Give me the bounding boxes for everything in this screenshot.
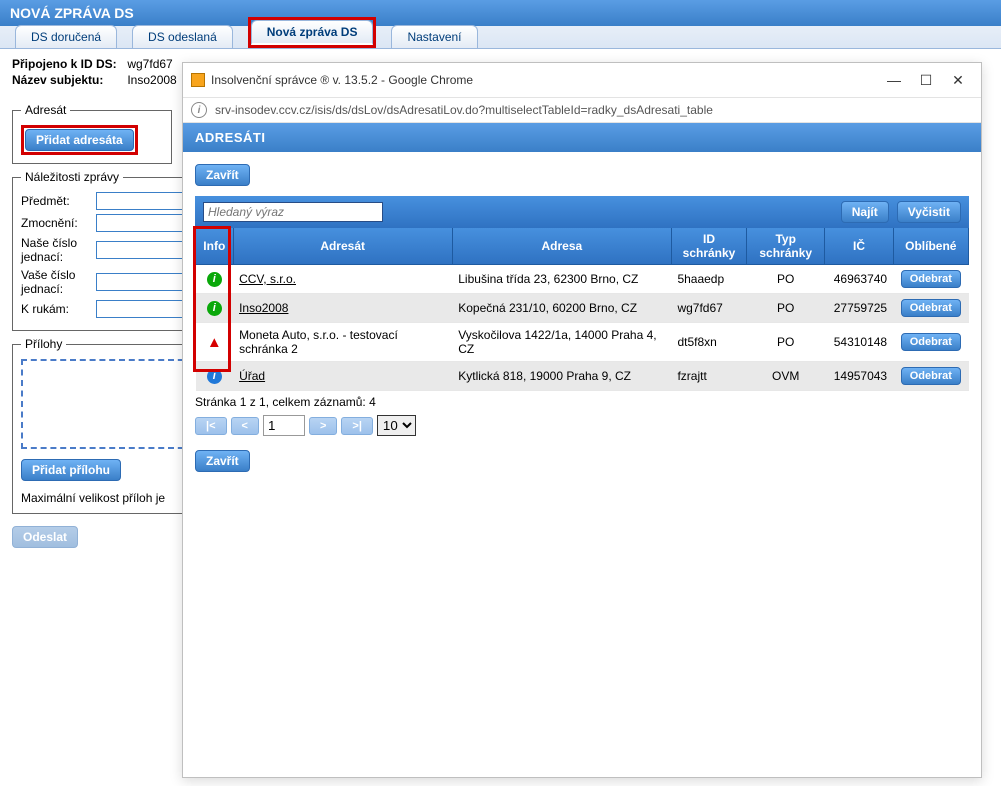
- legend-adresat: Adresát: [21, 103, 70, 117]
- label-nase-cj: Naše číslo jednací:: [21, 236, 96, 264]
- find-button[interactable]: Najít: [841, 201, 889, 223]
- cell-adresa: Vyskočilova 1422/1a, 14000 Praha 4, CZ: [452, 323, 671, 362]
- popup-heading: ADRESÁTI: [183, 123, 981, 152]
- popup-title: Insolvenční správce ® v. 13.5.2 - Google…: [211, 73, 877, 87]
- page-title: NOVÁ ZPRÁVA DS: [0, 0, 1001, 26]
- col-adresa[interactable]: Adresa: [452, 228, 671, 265]
- cell-typ: PO: [747, 323, 825, 362]
- odebrat-button[interactable]: Odebrat: [901, 270, 961, 288]
- info-icon[interactable]: i: [207, 369, 222, 384]
- col-adresat[interactable]: Adresát: [233, 228, 452, 265]
- cell-ic: 54310148: [825, 323, 893, 362]
- send-button[interactable]: Odeslat: [12, 526, 78, 548]
- pager: |< < > >| 10: [195, 415, 969, 436]
- adresat-link[interactable]: CCV, s.r.o.: [239, 272, 296, 286]
- label-predmet: Předmět:: [21, 194, 96, 208]
- cell-id: 5haaedp: [671, 265, 746, 294]
- close-window-button[interactable]: ✕: [943, 69, 973, 91]
- tab-nastaveni[interactable]: Nastavení: [391, 25, 477, 48]
- col-idschranky[interactable]: ID schránky: [671, 228, 746, 265]
- pager-next[interactable]: >: [309, 417, 337, 435]
- search-input[interactable]: [203, 202, 383, 222]
- address-bar: i srv-insodev.ccv.cz/isis/ds/dsLov/dsAdr…: [183, 97, 981, 123]
- cell-adresa: Libušina třída 23, 62300 Brno, CZ: [452, 265, 671, 294]
- tab-bar: DS doručená DS odeslaná Nová zpráva DS N…: [0, 26, 1001, 49]
- highlight-add-adresat: Přidat adresáta: [21, 125, 138, 155]
- odebrat-button[interactable]: Odebrat: [901, 299, 961, 317]
- cell-typ: OVM: [747, 362, 825, 391]
- pager-page-input[interactable]: [263, 415, 305, 436]
- cell-ic: 27759725: [825, 294, 893, 323]
- maximize-button[interactable]: ☐: [911, 69, 941, 91]
- popup-window: Insolvenční správce ® v. 13.5.2 - Google…: [182, 62, 982, 778]
- odebrat-button[interactable]: Odebrat: [901, 367, 961, 385]
- pager-summary: Stránka 1 z 1, celkem záznamů: 4: [195, 395, 969, 409]
- odebrat-button[interactable]: Odebrat: [901, 333, 961, 351]
- fieldset-nalezitosti: Náležitosti zprávy Předmět: Zmocnění: Na…: [12, 170, 195, 331]
- cell-typ: PO: [747, 265, 825, 294]
- adresat-text: Moneta Auto, s.r.o. - testovací schránka…: [239, 328, 398, 356]
- cell-adresa: Kytlická 818, 19000 Praha 9, CZ: [452, 362, 671, 391]
- cell-id: fzrajtt: [671, 362, 746, 391]
- cell-id: dt5f8xn: [671, 323, 746, 362]
- pager-prev[interactable]: <: [231, 417, 259, 435]
- cell-ic: 14957043: [825, 362, 893, 391]
- table-row: ▲ Moneta Auto, s.r.o. - testovací schránk…: [196, 323, 969, 362]
- info-icon[interactable]: i: [207, 301, 222, 316]
- input-krukam[interactable]: [96, 300, 186, 318]
- favicon-icon: [191, 73, 205, 87]
- table-row: i Inso2008 Kopečná 231/10, 60200 Brno, CZw…: [196, 294, 969, 323]
- tab-dorucena[interactable]: DS doručená: [15, 25, 117, 48]
- tab-odeslana[interactable]: DS odeslaná: [132, 25, 233, 48]
- table-row: i Úřad Kytlická 818, 19000 Praha 9, CZfzra…: [196, 362, 969, 391]
- adresat-link[interactable]: Inso2008: [239, 301, 288, 315]
- label-zmocneni: Zmocnění:: [21, 216, 96, 230]
- input-zmocneni[interactable]: [96, 214, 186, 232]
- table-row: i CCV, s.r.o. Libušina třída 23, 62300 Brn…: [196, 265, 969, 294]
- input-vase-cj[interactable]: [96, 273, 186, 291]
- add-priloha-button[interactable]: Přidat přílohu: [21, 459, 121, 481]
- conn-id-label: Připojeno k ID DS:: [12, 57, 124, 71]
- table-toolbar: Najít Vyčistit: [195, 196, 969, 228]
- cell-typ: PO: [747, 294, 825, 323]
- tab-nova-zprava[interactable]: Nová zpráva DS: [251, 20, 374, 45]
- close-button-top[interactable]: Zavřít: [195, 164, 250, 186]
- col-ic[interactable]: IČ: [825, 228, 893, 265]
- fieldset-adresat: Adresát Přidat adresáta: [12, 103, 172, 164]
- conn-id-value: wg7fd67: [127, 57, 172, 71]
- conn-name-value: Inso2008: [127, 73, 176, 87]
- clear-button[interactable]: Vyčistit: [897, 201, 961, 223]
- info-icon[interactable]: i: [207, 272, 222, 287]
- input-nase-cj[interactable]: [96, 241, 186, 259]
- adresat-link[interactable]: Úřad: [239, 369, 265, 383]
- cell-id: wg7fd67: [671, 294, 746, 323]
- minimize-button[interactable]: —: [879, 69, 909, 91]
- adresati-table: Info Adresát Adresa ID schránky Typ schr…: [195, 228, 969, 391]
- input-predmet[interactable]: [96, 192, 186, 210]
- conn-name-label: Název subjektu:: [12, 73, 124, 87]
- warning-icon[interactable]: ▲: [207, 334, 222, 351]
- legend-prilohy: Přílohy: [21, 337, 66, 351]
- label-krukam: K rukám:: [21, 302, 96, 316]
- cell-adresa: Kopečná 231/10, 60200 Brno, CZ: [452, 294, 671, 323]
- popup-titlebar: Insolvenční správce ® v. 13.5.2 - Google…: [183, 63, 981, 97]
- legend-nalezitosti: Náležitosti zprávy: [21, 170, 123, 184]
- col-info[interactable]: Info: [196, 228, 234, 265]
- close-button-bottom[interactable]: Zavřít: [195, 450, 250, 472]
- add-adresat-button[interactable]: Přidat adresáta: [25, 129, 134, 151]
- highlight-active-tab: Nová zpráva DS: [248, 17, 377, 48]
- label-vase-cj: Vaše číslo jednací:: [21, 268, 96, 296]
- pager-first[interactable]: |<: [195, 417, 227, 435]
- site-info-icon[interactable]: i: [191, 102, 207, 118]
- pager-last[interactable]: >|: [341, 417, 373, 435]
- col-oblibene[interactable]: Oblíbené: [893, 228, 968, 265]
- col-typ[interactable]: Typ schránky: [747, 228, 825, 265]
- url-text: srv-insodev.ccv.cz/isis/ds/dsLov/dsAdres…: [215, 103, 713, 117]
- cell-ic: 46963740: [825, 265, 893, 294]
- pager-size-select[interactable]: 10: [377, 415, 416, 436]
